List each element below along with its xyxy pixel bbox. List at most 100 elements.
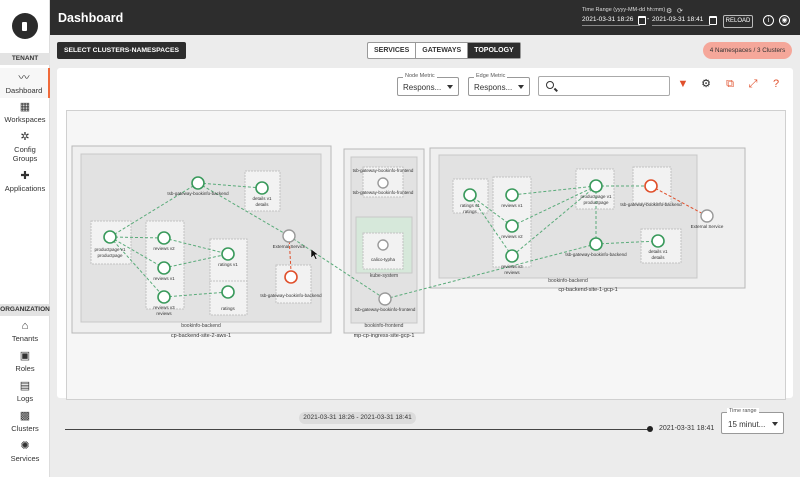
time-range-select[interactable]: Time range 15 minut... bbox=[721, 408, 784, 434]
sidebar-item-label: Workspaces bbox=[4, 115, 46, 124]
node-label: productpage bbox=[97, 253, 123, 258]
node-label: reviews v1 bbox=[153, 276, 175, 281]
info-icon[interactable]: i bbox=[763, 15, 774, 26]
search-input[interactable] bbox=[538, 76, 670, 96]
node-tsb-gateway-backend-gcp-error[interactable] bbox=[644, 179, 658, 193]
topology-svg: bookinfo-backend cp-backend-site-2-aws-1… bbox=[71, 145, 746, 339]
gear-icon[interactable]: ⚙ bbox=[666, 7, 672, 15]
node-external-service-gcp[interactable] bbox=[700, 209, 714, 223]
tetrate-logo-icon[interactable] bbox=[12, 13, 38, 39]
chevron-down-icon bbox=[518, 85, 524, 89]
node-tsb-gateway-backend-error[interactable] bbox=[284, 270, 298, 284]
node-external-service[interactable] bbox=[282, 229, 296, 243]
sidebar-item-label: Services bbox=[10, 454, 40, 463]
node-label: ratings bbox=[221, 306, 235, 311]
node-label: productpage v1 bbox=[94, 247, 126, 252]
fullscreen-icon[interactable]: ⤢ bbox=[746, 77, 760, 91]
sidebar-item-applications[interactable]: ✚ Applications bbox=[0, 170, 50, 194]
node-tsb-gateway-frontend[interactable] bbox=[377, 177, 389, 189]
namespace-label: bookinfo-backend bbox=[548, 278, 588, 284]
node-tsb-gateway-frontend-ingress[interactable] bbox=[378, 292, 392, 306]
node-label: reviews v2 bbox=[153, 246, 175, 251]
sidebar-item-roles[interactable]: ▣ Roles bbox=[0, 350, 50, 374]
badge-icon: ▣ bbox=[19, 350, 31, 362]
node-calico-typha[interactable] bbox=[377, 239, 389, 251]
sidebar-item-logs[interactable]: ▤ Logs bbox=[0, 380, 50, 404]
layout-icon[interactable]: ⧉ bbox=[723, 77, 737, 91]
sidebar-item-label: Logs bbox=[16, 394, 34, 403]
chevron-down-icon bbox=[772, 422, 778, 426]
edge-metric-label: Edge Metric bbox=[474, 73, 508, 79]
node-label: ratings v1 bbox=[460, 203, 480, 208]
time-range-select-label: Time range bbox=[727, 408, 759, 414]
node-metric-value: Respons... bbox=[403, 83, 442, 92]
node-reviews-v2-gcp[interactable] bbox=[505, 219, 519, 233]
start-calendar-icon[interactable] bbox=[638, 16, 646, 25]
sidebar-item-clusters[interactable]: ▩ Clusters bbox=[0, 410, 50, 434]
tab-topology[interactable]: TOPOLOGY bbox=[468, 43, 520, 58]
node-label: reviews v2 bbox=[501, 234, 523, 239]
sidebar-section-tenant: TENANT bbox=[0, 53, 50, 65]
chart-line-icon: 〰 bbox=[18, 72, 30, 84]
node-label: tsb-gateway-bookinfo-frontend bbox=[355, 307, 416, 312]
node-label: reviews v1 bbox=[501, 203, 523, 208]
node-productpage-v1[interactable] bbox=[103, 230, 117, 244]
user-account-icon[interactable]: ◉ bbox=[779, 15, 790, 26]
start-time-input[interactable]: 2021-03-31 18:26 bbox=[582, 16, 640, 26]
sidebar-item-tenants[interactable]: ⌂ Tenants bbox=[0, 320, 50, 344]
node-ratings-v1-gcp[interactable] bbox=[463, 188, 477, 202]
node-label: External Service bbox=[691, 224, 724, 229]
node-label: reviews bbox=[156, 311, 172, 316]
reload-button[interactable]: RELOAD bbox=[723, 15, 753, 28]
node-tsb-gateway-backend[interactable] bbox=[191, 176, 205, 190]
node-metric-select[interactable]: Node Metric Respons... bbox=[397, 73, 459, 96]
chevron-down-icon bbox=[447, 85, 453, 89]
node-ratings[interactable] bbox=[221, 285, 235, 299]
sidebar-item-workspaces[interactable]: ▦ Workspaces bbox=[0, 101, 50, 127]
cluster-label: mp-cp-ingress-site-gcp-1 bbox=[354, 333, 415, 339]
node-reviews-v2[interactable] bbox=[157, 231, 171, 245]
cluster-label: cp-backend-site-2-aws-1 bbox=[171, 333, 231, 339]
edge-metric-value: Respons... bbox=[474, 83, 513, 92]
grid-icon: ▦ bbox=[19, 101, 31, 113]
select-clusters-namespaces-button[interactable]: SELECT CLUSTERS-NAMESPACES bbox=[57, 42, 186, 59]
topology-graph[interactable]: bookinfo-backend cp-backend-site-2-aws-1… bbox=[66, 110, 786, 400]
namespaces-clusters-badge[interactable]: 4 Namespaces / 3 Clusters bbox=[703, 42, 792, 59]
node-details-v1[interactable] bbox=[255, 181, 269, 195]
end-time-input[interactable]: 2021-03-31 18:41 bbox=[652, 16, 710, 26]
node-label: details v1 bbox=[648, 249, 668, 254]
node-label: tsb-gateway-bookinfo-backend bbox=[565, 252, 627, 257]
tab-gateways[interactable]: GATEWAYS bbox=[416, 43, 469, 58]
node-label: calico-typha bbox=[371, 257, 396, 262]
node-label: details bbox=[651, 255, 665, 260]
sync-icon[interactable]: ⟳ bbox=[677, 7, 683, 15]
node-productpage-v1-gcp[interactable] bbox=[589, 179, 603, 193]
settings-icon[interactable]: ⚙ bbox=[699, 77, 713, 91]
end-calendar-icon[interactable] bbox=[709, 16, 717, 25]
node-reviews-v3-gcp[interactable] bbox=[505, 249, 519, 263]
clusters-icon: ▩ bbox=[19, 410, 31, 422]
node-details-v1-gcp[interactable] bbox=[651, 234, 665, 248]
node-metric-label: Node Metric bbox=[403, 73, 437, 79]
node-reviews-v3[interactable] bbox=[157, 290, 171, 304]
timeline-track[interactable] bbox=[65, 429, 650, 430]
edge-metric-select[interactable]: Edge Metric Respons... bbox=[468, 73, 530, 96]
node-tsb-gateway-backend-gcp[interactable] bbox=[589, 237, 603, 251]
namespace-label: kube-system bbox=[370, 273, 398, 279]
page-title: Dashboard bbox=[58, 11, 124, 25]
timeline-end-label: 2021-03-31 18:41 bbox=[659, 425, 715, 432]
timeline-handle[interactable] bbox=[647, 426, 653, 432]
node-ratings-v1[interactable] bbox=[221, 247, 235, 261]
node-reviews-v1[interactable] bbox=[157, 261, 171, 275]
help-icon[interactable]: ? bbox=[769, 77, 783, 91]
filter-icon[interactable]: ▼ bbox=[676, 77, 690, 91]
bank-icon: ⌂ bbox=[21, 320, 29, 332]
sidebar-item-dashboard[interactable]: 〰 Dashboard bbox=[0, 68, 50, 98]
node-label: reviews bbox=[504, 270, 520, 275]
sidebar-item-services[interactable]: ✺ Services bbox=[0, 440, 50, 464]
node-label: tsb-gateway-bookinfo-frontend bbox=[353, 168, 414, 173]
sidebar-item-config-groups[interactable]: ✲ Config Groups bbox=[0, 131, 50, 163]
node-reviews-v1-gcp[interactable] bbox=[505, 188, 519, 202]
tab-services[interactable]: SERVICES bbox=[368, 43, 417, 58]
node-label: External Service bbox=[273, 244, 306, 249]
